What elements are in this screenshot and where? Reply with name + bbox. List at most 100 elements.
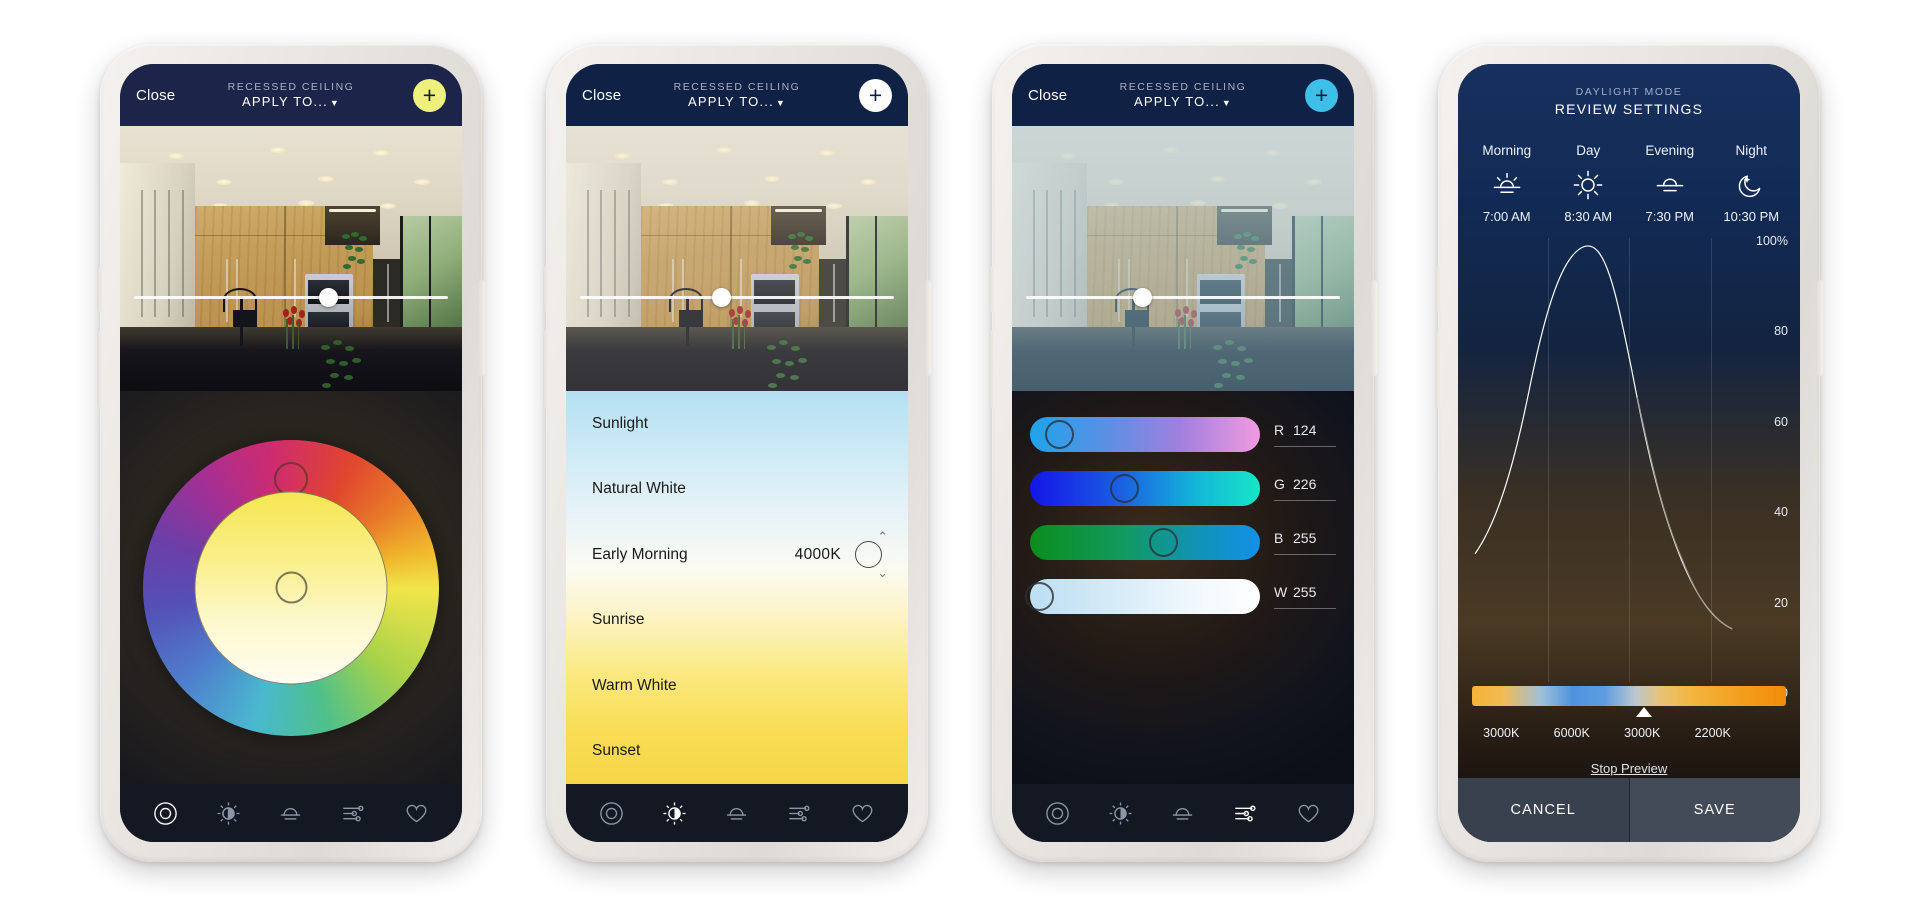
top-bar: Close RECESSED CEILING APPLY TO... ▼ +: [566, 64, 908, 126]
kitchen-render: [120, 126, 462, 391]
kitchen-render: [566, 126, 908, 391]
side-button[interactable]: [989, 266, 995, 312]
brightness-slider-knob[interactable]: [1132, 287, 1152, 307]
red-readout: R 124: [1274, 422, 1336, 447]
schedule-label: Day: [1576, 143, 1601, 158]
side-button[interactable]: [97, 266, 103, 312]
brightness-slider[interactable]: [1026, 287, 1340, 307]
side-button[interactable]: [1817, 280, 1823, 376]
cancel-button[interactable]: CANCEL: [1458, 778, 1630, 842]
tab-sliders[interactable]: [785, 798, 815, 828]
close-button[interactable]: Close: [1028, 87, 1067, 104]
brightness-slider[interactable]: [580, 287, 894, 307]
tab-favorite[interactable]: [402, 798, 432, 828]
side-button[interactable]: [1371, 280, 1377, 376]
saturation-handle[interactable]: [275, 571, 307, 604]
list-item[interactable]: Warm White: [566, 653, 908, 719]
temperature-marker[interactable]: [1635, 707, 1652, 717]
bottom-toolbar: [1012, 784, 1354, 842]
list-item[interactable]: Sunset: [566, 719, 908, 785]
brightness-slider-knob[interactable]: [711, 287, 731, 307]
side-button[interactable]: [543, 266, 549, 312]
hanging-plant: [339, 232, 370, 269]
green-slider-knob[interactable]: [1109, 474, 1139, 503]
schedule-label: Morning: [1482, 143, 1532, 158]
action-bar: CANCEL SAVE: [1458, 778, 1800, 842]
white-slider[interactable]: [1024, 579, 1260, 614]
red-slider-knob[interactable]: [1045, 420, 1075, 449]
brightness-slider-knob[interactable]: [319, 287, 339, 307]
red-slider[interactable]: [1030, 417, 1260, 452]
tab-color-wheel[interactable]: [150, 798, 180, 828]
channel-label: G: [1274, 476, 1285, 492]
white-preset-panel: Sunlight Natural White Early Morning 400…: [566, 391, 908, 784]
white-readout: W 255: [1274, 584, 1336, 609]
schedule-time: 8:30 AM: [1564, 209, 1613, 224]
tab-brightness[interactable]: [659, 798, 689, 828]
tab-sliders[interactable]: [1231, 798, 1261, 828]
close-button[interactable]: Close: [582, 87, 621, 104]
list-item-selected[interactable]: Early Morning 4000K ⌃ ⌄: [566, 522, 908, 588]
schedule-evening[interactable]: Evening 7:30 PM: [1629, 143, 1711, 224]
chevron-up-icon[interactable]: ⌃: [877, 529, 888, 545]
blue-slider[interactable]: [1030, 525, 1260, 560]
channel-label: R: [1274, 422, 1285, 438]
chevron-down-icon: ▼: [329, 98, 341, 108]
schedule-night[interactable]: Night 10:30 PM: [1711, 143, 1793, 224]
bottom-toolbar: [120, 784, 462, 842]
list-item[interactable]: Sunlight: [566, 391, 908, 457]
room-preview-image: [1012, 126, 1354, 391]
y-tick: 20: [1774, 595, 1788, 610]
daylight-panel: DAYLIGHT MODE REVIEW SETTINGS Morning 7:…: [1458, 64, 1800, 842]
preset-label: Sunrise: [592, 611, 645, 629]
schedule-time: 7:30 PM: [1645, 209, 1694, 224]
add-button[interactable]: +: [1305, 78, 1338, 112]
add-button[interactable]: +: [859, 78, 892, 112]
blue-slider-knob[interactable]: [1148, 528, 1178, 557]
side-button[interactable]: [479, 280, 485, 376]
schedule-label: Evening: [1645, 143, 1695, 158]
stop-preview-link[interactable]: Stop Preview: [1591, 761, 1668, 776]
kitchen-render: [1012, 126, 1354, 391]
rgbw-slider-group: R 124 G 226 B 255 W 255: [1012, 417, 1354, 614]
saturation-disc[interactable]: [194, 491, 388, 684]
channel-label: W: [1274, 584, 1288, 600]
apply-to-label: APPLY TO...: [1133, 94, 1220, 109]
brightness-slider[interactable]: [134, 287, 448, 307]
schedule-day[interactable]: Day 8:30 AM: [1548, 143, 1630, 224]
daylight-eyebrow: DAYLIGHT MODE: [1575, 86, 1683, 98]
phone-rgbw-sliders: Close RECESSED CEILING APPLY TO... ▼ + R…: [989, 44, 1377, 862]
preset-label: Warm White: [592, 676, 677, 694]
list-item[interactable]: Natural White: [566, 457, 908, 523]
tab-color-wheel[interactable]: [1042, 798, 1072, 828]
tab-sunset[interactable]: [276, 798, 306, 828]
white-slider-knob[interactable]: [1024, 582, 1054, 611]
green-slider[interactable]: [1030, 471, 1260, 506]
hue-wheel[interactable]: [143, 439, 439, 736]
side-button[interactable]: [925, 280, 931, 376]
side-button[interactable]: [97, 330, 103, 408]
tab-brightness[interactable]: [1105, 798, 1135, 828]
bottom-toolbar: [566, 784, 908, 842]
tab-sunset[interactable]: [1168, 798, 1198, 828]
tab-sunset[interactable]: [722, 798, 752, 828]
chevron-down-icon[interactable]: ⌄: [877, 565, 888, 581]
tab-favorite[interactable]: [848, 798, 878, 828]
tab-favorite[interactable]: [1294, 798, 1324, 828]
side-button[interactable]: [1435, 266, 1441, 312]
apply-to-label: APPLY TO...: [241, 94, 328, 109]
tab-sliders[interactable]: [339, 798, 369, 828]
tab-color-wheel[interactable]: [596, 798, 626, 828]
list-item[interactable]: Sunrise: [566, 588, 908, 654]
schedule-morning[interactable]: Morning 7:00 AM: [1466, 143, 1548, 224]
channel-value: 255: [1293, 530, 1317, 546]
add-button[interactable]: +: [413, 78, 446, 112]
side-button[interactable]: [1435, 330, 1441, 408]
tab-brightness[interactable]: [213, 798, 243, 828]
side-button[interactable]: [543, 330, 549, 408]
side-button[interactable]: [989, 330, 995, 408]
save-button[interactable]: SAVE: [1629, 778, 1800, 842]
color-temperature-bar[interactable]: [1472, 686, 1786, 706]
moon-icon: [1711, 165, 1793, 205]
close-button[interactable]: Close: [136, 87, 175, 104]
